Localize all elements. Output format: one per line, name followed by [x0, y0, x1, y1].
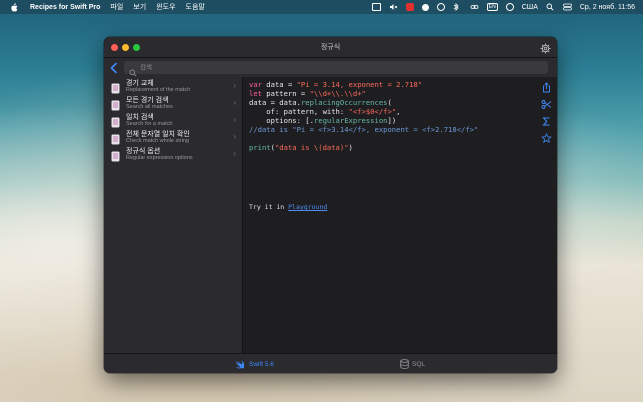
playground-link[interactable]: Playground — [288, 203, 327, 211]
sidebar-item-search-all[interactable]: 모든 경기 검색 Search all matches › — [104, 95, 242, 112]
sidebar-item-subtitle: Regular expression options — [126, 155, 193, 161]
code-editor[interactable]: var data = "Pi = 3.14, exponent = 2.718"… — [243, 77, 537, 353]
document-icon — [111, 98, 120, 111]
string-literal: "data is \(data)" — [274, 143, 349, 152]
chevron-right-icon: › — [233, 149, 236, 158]
function-name: replacingOccurrences — [300, 98, 388, 107]
input-lang-badge[interactable]: EN — [486, 3, 498, 11]
spotlight-search-icon[interactable] — [546, 3, 555, 11]
toolbar — [104, 58, 557, 77]
code-line-8: print("data is \(data)") — [249, 143, 353, 152]
code-text: pattern = — [261, 89, 310, 98]
menu-help[interactable]: 도움말 — [186, 2, 205, 12]
tab-sql-label: SQL — [412, 360, 426, 368]
database-icon — [400, 359, 409, 369]
app-menu[interactable]: Recipes for Swift Pro — [30, 4, 100, 11]
menu-window[interactable]: 윈도우 — [156, 2, 175, 12]
code-line-1: var data = "Pi = 3.14, exponent = 2.718" — [249, 80, 422, 89]
sidebar-item-subtitle: Replacement of the match — [126, 87, 191, 93]
link-icon[interactable] — [470, 3, 479, 11]
chevron-right-icon: › — [233, 115, 236, 124]
code-text: ]) — [387, 116, 397, 125]
gear-icon[interactable] — [540, 41, 551, 54]
tab-swift-label: Swift 5.6 — [249, 360, 274, 368]
code-text: options: [. — [249, 116, 314, 125]
user-icon[interactable] — [505, 3, 514, 11]
chevron-right-icon: › — [233, 98, 236, 107]
code-line-4: of: pattern, with: "<f>$0</f>", — [249, 107, 400, 116]
code-text: data = — [261, 80, 297, 89]
sidebar: 경기 교체 Replacement of the match › 모든 경기 검… — [104, 77, 243, 353]
document-icon — [111, 132, 120, 145]
keyword: let — [249, 89, 262, 98]
keyword: var — [249, 80, 262, 89]
sigma-icon[interactable] — [541, 114, 552, 126]
window-title: 정규식 — [320, 44, 341, 51]
string-literal: "\\d+\\.\\d+" — [309, 89, 366, 98]
try-in-playground: Try it in Playground — [249, 203, 327, 211]
document-icon — [111, 81, 120, 94]
document-icon — [111, 149, 120, 162]
sidebar-item-subtitle: Search for a match — [126, 121, 173, 127]
search-icon — [129, 64, 137, 77]
app-window: 정규식 경기 교체 Replacement of the match › — [104, 37, 557, 373]
sidebar-item-replace-match[interactable]: 경기 교체 Replacement of the match › — [104, 78, 242, 95]
swift-logo-icon — [235, 359, 245, 369]
control-center-icon[interactable] — [563, 3, 572, 11]
code-block: var data = "Pi = 3.14, exponent = 2.718"… — [249, 80, 478, 152]
back-chevron-icon[interactable] — [109, 61, 119, 74]
sidebar-item-subtitle: Search all matches — [126, 104, 173, 110]
search-input[interactable] — [140, 64, 530, 71]
scissors-icon[interactable] — [541, 97, 552, 109]
recording-icon[interactable] — [405, 3, 414, 11]
code-comment: //data is "Pi = <f>3.14</f>, exponent = … — [249, 125, 479, 134]
chevron-right-icon: › — [233, 81, 236, 90]
status-ring-icon[interactable] — [436, 3, 445, 11]
tab-swift[interactable]: Swift 5.6 — [235, 357, 274, 371]
string-literal: "Pi = 3.14, exponent = 2.718" — [296, 80, 423, 89]
title-bar: 정규식 — [104, 37, 557, 58]
sidebar-item-subtitle: Check match whole string — [126, 138, 189, 144]
code-text: , — [396, 107, 401, 116]
menu-clock[interactable]: Ср, 2 нояб. 11:56 — [580, 4, 635, 11]
tab-sql[interactable]: SQL — [400, 357, 425, 371]
document-icon — [111, 115, 120, 128]
keyboard-layout[interactable]: США — [522, 4, 538, 11]
code-text: ( — [387, 98, 392, 107]
screen-mirroring-icon[interactable] — [371, 3, 381, 11]
sidebar-item-search-match[interactable]: 일치 검색 Search for a match › — [104, 112, 242, 129]
code-text: of: pattern, with: — [249, 107, 349, 116]
bluetooth-icon[interactable] — [453, 3, 462, 11]
code-text: ) — [348, 143, 353, 152]
editor-tools — [537, 77, 557, 353]
menu-bar: Recipes for Swift Pro 파일 보기 윈도우 도움말 EN С… — [0, 0, 643, 14]
function-name: regularExpression — [313, 116, 388, 125]
code-line-3: data = data.replacingOccurrences( — [249, 98, 392, 107]
chevron-right-icon: › — [233, 132, 236, 141]
share-icon[interactable] — [541, 80, 552, 93]
vpn-icon[interactable] — [421, 3, 429, 11]
menu-view[interactable]: 보기 — [133, 2, 146, 12]
function-name: print — [249, 143, 271, 152]
sidebar-item-regex-options[interactable]: 정규식 옵션 Regular expression options › — [104, 146, 242, 163]
search-field[interactable] — [124, 61, 548, 77]
try-label: Try it in — [249, 203, 289, 211]
code-line-2: let pattern = "\\d+\\.\\d+" — [249, 89, 366, 98]
tab-bar: Swift 5.6 SQL — [104, 353, 557, 373]
star-icon[interactable] — [541, 131, 552, 143]
menu-file[interactable]: 파일 — [110, 2, 123, 12]
volume-mute-icon[interactable] — [389, 3, 398, 11]
apple-menu-icon[interactable] — [10, 2, 18, 12]
code-line-5: options: [.regularExpression]) — [249, 116, 396, 125]
string-literal: "<f>$0</f>" — [348, 107, 397, 116]
code-text: data = data. — [249, 98, 301, 107]
sidebar-item-whole-string[interactable]: 전체 문자열 일치 확인 Check match whole string › — [104, 129, 242, 146]
